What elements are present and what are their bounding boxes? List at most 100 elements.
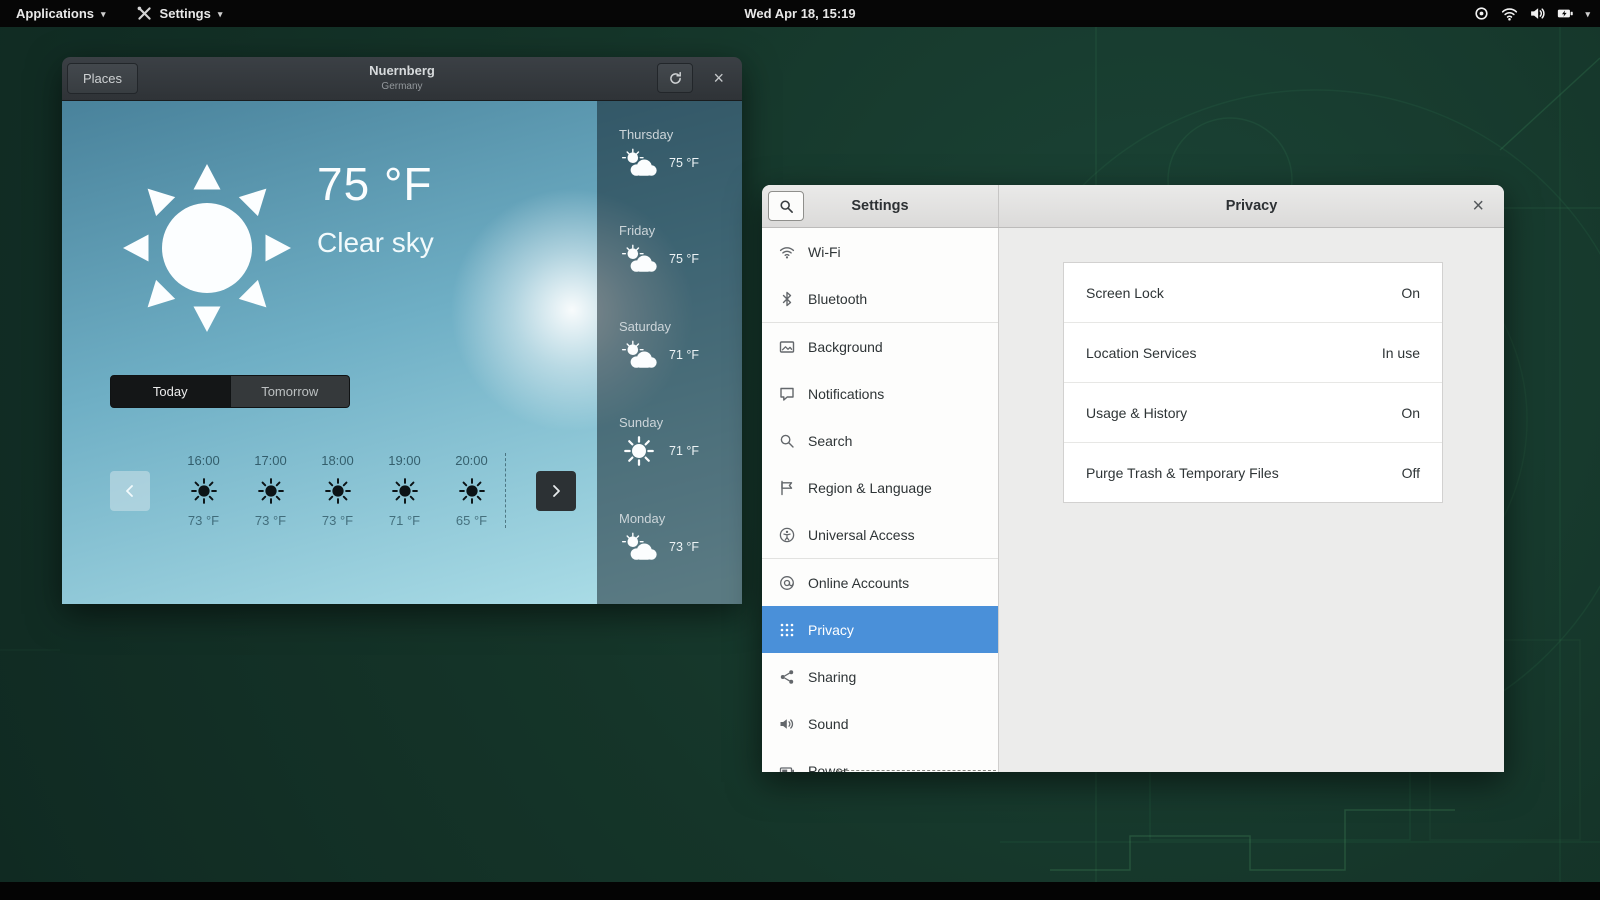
background-icon (779, 339, 795, 355)
universal-access-icon (779, 527, 795, 543)
wifi-icon (779, 244, 795, 260)
daily-item: Friday (619, 223, 742, 319)
sidebar-item-online-accounts[interactable]: Online Accounts (762, 559, 998, 606)
settings-app-icon (136, 5, 153, 22)
weather-close-button[interactable]: × (707, 57, 730, 100)
sidebar-item-label: Bluetooth (808, 291, 867, 307)
privacy-row-screen-lock[interactable]: Screen Lock On (1064, 263, 1442, 322)
privacy-row-location-services[interactable]: Location Services In use (1064, 322, 1442, 382)
row-value: In use (1382, 345, 1420, 361)
battery-charging-icon (1557, 5, 1574, 22)
sidebar-item-label: Region & Language (808, 480, 932, 496)
sidebar-item-region-language[interactable]: Region & Language (762, 464, 998, 511)
weather-body: 75 °F Clear sky Today Tomorrow 16 (62, 101, 742, 604)
applications-menu[interactable]: Applications ▾ (16, 6, 106, 21)
weather-headerbar[interactable]: Places Nuernberg Germany × (62, 57, 742, 101)
system-status-area[interactable]: ▾ (1473, 5, 1590, 22)
daily-item: Thursday (619, 127, 742, 223)
privacy-settings-list: Screen Lock On Location Services In use … (1063, 262, 1443, 503)
current-conditions: 75 °F Clear sky (317, 157, 434, 259)
hourly-next-button[interactable] (536, 471, 576, 511)
row-label: Purge Trash & Temporary Files (1086, 465, 1279, 481)
day-temp: 75 °F (669, 252, 699, 266)
sidebar-item-privacy[interactable]: Privacy (762, 606, 998, 653)
bottom-edge-strip (0, 882, 1600, 900)
hour-temp: 65 °F (438, 513, 505, 528)
hour-time: 20:00 (438, 453, 505, 468)
app-menu-label: Settings (160, 6, 211, 21)
system-menu-caret-icon: ▾ (1585, 9, 1590, 20)
hour-temp: 73 °F (170, 513, 237, 528)
daily-item: Saturday (619, 319, 742, 415)
sidebar-item-wifi[interactable]: Wi-Fi (762, 228, 998, 275)
clock[interactable]: Wed Apr 18, 15:19 (744, 6, 855, 21)
day-toggle: Today Tomorrow (110, 375, 350, 408)
search-toggle-button[interactable] (768, 191, 804, 221)
tomorrow-tab[interactable]: Tomorrow (231, 375, 351, 408)
sidebar-item-label: Sound (808, 716, 848, 732)
current-condition-label: Clear sky (317, 227, 434, 259)
chevron-down-icon: ▾ (218, 9, 223, 20)
hour-item: 18:00 73 °F (304, 453, 371, 528)
wifi-icon (1501, 5, 1518, 22)
power-icon (779, 763, 795, 773)
sidebar-item-label: Universal Access (808, 527, 915, 543)
search-icon (779, 199, 794, 214)
privacy-row-usage-history[interactable]: Usage & History On (1064, 382, 1442, 442)
settings-headerbar-left: Settings (762, 185, 999, 227)
settings-headerbar[interactable]: Settings Privacy × (762, 185, 1504, 228)
sidebar-item-power[interactable]: Power (762, 747, 998, 772)
day-temp: 75 °F (669, 156, 699, 170)
hour-item: 17:00 73 °F (237, 453, 304, 528)
sidebar-item-notifications[interactable]: Notifications (762, 370, 998, 417)
page-title: Privacy (1226, 198, 1278, 214)
day-name: Friday (619, 223, 742, 238)
app-menu-settings[interactable]: Settings ▾ (136, 5, 223, 22)
row-value: On (1401, 285, 1420, 301)
privacy-row-purge-trash[interactable]: Purge Trash & Temporary Files Off (1064, 442, 1442, 502)
hour-item: 19:00 71 °F (371, 453, 438, 528)
applications-menu-label: Applications (16, 6, 94, 21)
hour-item: 16:00 73 °F (170, 453, 237, 528)
sidebar-item-sharing[interactable]: Sharing (762, 653, 998, 700)
hour-temp: 73 °F (304, 513, 371, 528)
refresh-button[interactable] (657, 63, 693, 93)
sidebar-item-background[interactable]: Background (762, 323, 998, 370)
hour-list: 16:00 73 °F (170, 453, 506, 528)
day-name: Saturday (619, 319, 742, 334)
cloud-sun-icon (619, 244, 659, 274)
sidebar-item-label: Online Accounts (808, 575, 909, 591)
places-button[interactable]: Places (67, 63, 138, 94)
today-tab[interactable]: Today (110, 375, 231, 408)
privacy-panel: Screen Lock On Location Services In use … (999, 228, 1504, 772)
sun-icon (392, 478, 418, 504)
hourly-forecast: 16:00 73 °F (110, 453, 576, 528)
sun-icon (619, 436, 659, 466)
sidebar-item-bluetooth[interactable]: Bluetooth (762, 275, 998, 322)
day-temp: 71 °F (669, 348, 699, 362)
sharing-icon (779, 669, 795, 685)
sun-icon (325, 478, 351, 504)
settings-title: Settings (851, 198, 908, 214)
desktop: Applications ▾ Settings ▾ Wed Apr 18, 15… (0, 0, 1600, 900)
weather-location-subtitle: Germany (369, 81, 435, 93)
volume-icon (1529, 5, 1546, 22)
hour-time: 19:00 (371, 453, 438, 468)
settings-close-button[interactable]: × (1466, 185, 1490, 227)
day-name: Thursday (619, 127, 742, 142)
sidebar-item-sound[interactable]: Sound (762, 700, 998, 747)
weather-window: Places Nuernberg Germany × (62, 57, 742, 604)
sidebar-item-label: Notifications (808, 386, 884, 402)
sidebar-item-label: Privacy (808, 622, 854, 638)
sidebar-item-universal-access[interactable]: Universal Access (762, 511, 998, 558)
sidebar-item-search[interactable]: Search (762, 417, 998, 464)
weather-title-block: Nuernberg Germany (369, 64, 435, 92)
settings-headerbar-right: Privacy × (999, 185, 1504, 227)
daily-item: Monday (619, 511, 742, 604)
hour-time: 16:00 (170, 453, 237, 468)
sidebar-item-label: Background (808, 339, 883, 355)
day-temp: 73 °F (669, 540, 699, 554)
sidebar-focus-dashes (836, 770, 996, 771)
day-temp: 71 °F (669, 444, 699, 458)
hourly-prev-button[interactable] (110, 471, 150, 511)
